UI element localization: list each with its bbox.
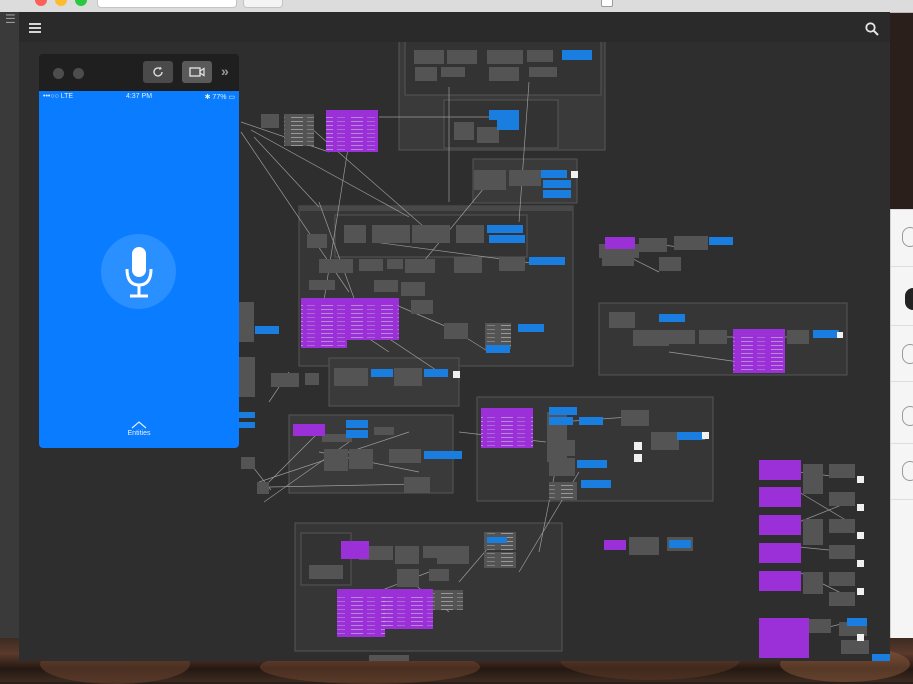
zoom-window-button[interactable] — [75, 0, 87, 6]
record-icon — [902, 227, 913, 247]
viewer-dot — [73, 68, 84, 79]
background-window-edge: ☰ — [0, 12, 19, 638]
refresh-button[interactable] — [143, 61, 173, 83]
viewer-dot — [53, 68, 64, 79]
entities-link[interactable]: Entities — [39, 430, 239, 437]
record-icon — [902, 406, 913, 426]
minimize-window-button[interactable] — [55, 0, 67, 6]
dark-shape-icon — [905, 288, 913, 310]
battery-text: ✱ 77% ▭ — [204, 94, 235, 101]
video-icon — [189, 67, 205, 77]
patch-group-bottom[interactable] — [294, 522, 563, 652]
record-icon — [902, 461, 913, 481]
more-chevron-icon[interactable]: » — [221, 63, 229, 79]
search-icon[interactable] — [865, 22, 879, 36]
video-record-button[interactable] — [182, 61, 212, 83]
patch-group-top[interactable] — [398, 29, 606, 151]
ios-status-bar: •••○○ LTE 4:37 PM ✱ 77% ▭ — [39, 91, 239, 103]
device-viewer-panel: » •••○○ LTE 4:37 PM ✱ 77% ▭ Entities — [39, 54, 239, 448]
viewer-toolbar: » — [39, 54, 239, 90]
microphone-button[interactable] — [101, 234, 176, 309]
toolbar-button[interactable] — [243, 0, 283, 8]
background-window-right — [890, 209, 913, 664]
patch-editor-window: » •••○○ LTE 4:37 PM ✱ 77% ▭ Entities — [19, 12, 890, 661]
app-header — [19, 12, 890, 42]
close-window-button[interactable] — [35, 0, 47, 6]
chevron-up-icon[interactable] — [131, 421, 147, 429]
record-icon — [902, 344, 913, 364]
background-menu-icon: ☰ — [5, 12, 16, 26]
hamburger-icon[interactable] — [29, 23, 41, 33]
refresh-icon — [153, 66, 163, 77]
phone-preview[interactable]: •••○○ LTE 4:37 PM ✱ 77% ▭ Entities — [39, 91, 239, 448]
address-field[interactable] — [97, 0, 237, 8]
microphone-icon — [125, 246, 152, 297]
toolbar-checkbox[interactable] — [601, 0, 613, 7]
